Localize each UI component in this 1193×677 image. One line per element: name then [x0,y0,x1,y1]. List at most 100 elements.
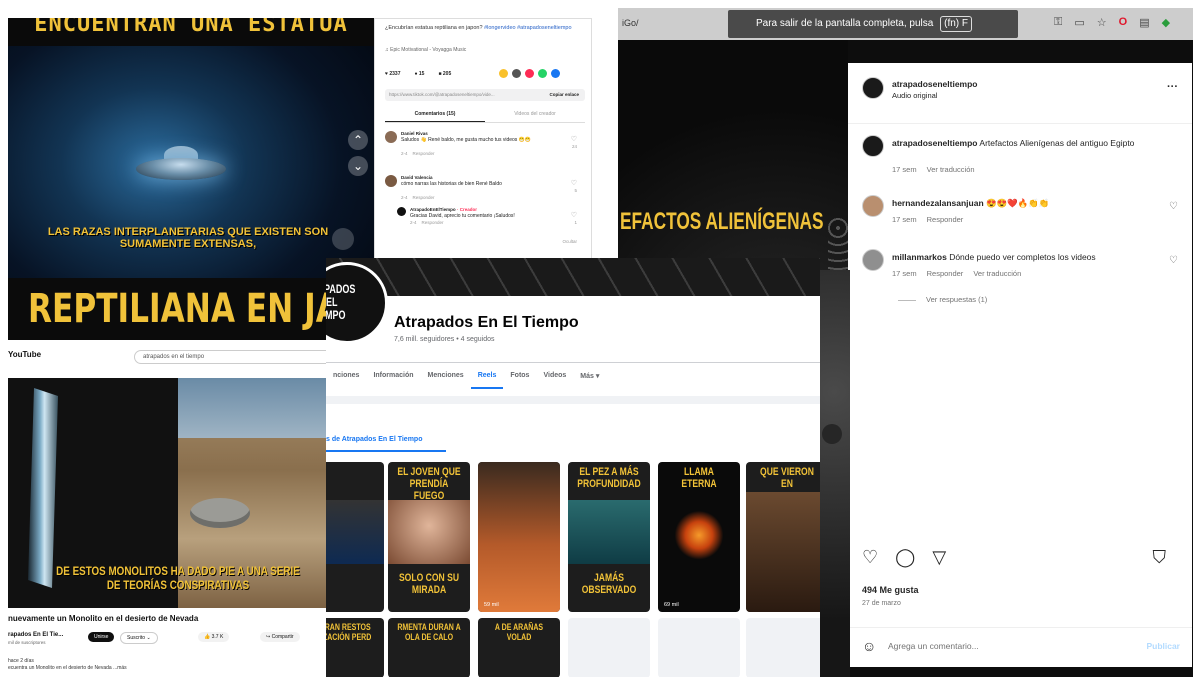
reel-subtitle: JAMÁS OBSERVADO [581,572,637,596]
heart-icon[interactable]: ♡ [571,179,577,187]
avatar[interactable] [862,135,884,157]
tab-reels[interactable]: Reels [470,372,504,389]
audio-label[interactable]: Audio original [892,91,937,100]
share-icon[interactable]: ▽ [932,547,946,567]
whatsapp-icon[interactable] [538,69,547,78]
extension-green-icon[interactable]: ◆ [1162,16,1170,29]
youtube-logo[interactable]: YouTube [8,350,41,359]
extension-icon[interactable]: ▤ [1139,16,1149,29]
next-video-button[interactable]: ⌄ [348,156,368,176]
comment-icon[interactable]: ◯ [895,547,915,567]
translate-link[interactable]: Ver traducción [973,269,1021,278]
copy-link-button[interactable]: Copiar enlace [549,89,579,101]
reel-card[interactable]: mil [326,462,384,612]
send-icon[interactable] [525,69,534,78]
heart-icon[interactable]: ♡ [1169,255,1178,266]
reel-card[interactable]: EL PEZ A MÁS PROFUNDIDAD JAMÁS OBSERVADO [568,462,650,612]
avatar[interactable] [385,131,397,143]
bookmark-star-icon[interactable]: ☆ [1097,16,1107,29]
translate-link[interactable]: Ver traducción [927,165,975,174]
comment-input[interactable]: Agrega un comentario... [888,641,979,651]
video-description[interactable]: hace 2 días ecuentra un Monolito en el d… [8,658,127,672]
avatar[interactable] [822,424,842,444]
reel-card[interactable]: LLAMA ETERNA 69 mil [658,462,740,612]
account-name[interactable]: atrapadoseneltiempo [892,79,978,89]
share-button[interactable]: ↪ Compartir [260,632,300,642]
comment-author[interactable]: Daniel Rivas [401,131,428,136]
tab-comments[interactable]: Comentarios (15) [385,111,485,122]
hide-replies-link[interactable]: Ocultar [562,239,577,244]
cover-photo[interactable] [326,258,820,296]
comment-meta: 2-4 Responder [401,195,435,200]
tab-more[interactable]: Más ▾ [573,372,606,389]
reel-card[interactable]: RMENTA DURAN A OLA DE CALO [388,618,470,677]
tab-mentions-partial[interactable]: nciones [326,372,366,389]
comment-count[interactable]: ● 15 [414,71,424,77]
video-link-field[interactable]: https://www.tiktok.com/@atrapadoseneltie… [385,89,585,101]
heart-icon[interactable]: ♡ [571,211,577,219]
heart-icon[interactable]: ♡ [571,135,577,143]
reel-card[interactable]: EL JOVEN QUE PRENDÍA FUEGO SOLO CON SU M… [388,462,470,612]
reply-button[interactable]: Responder [413,151,435,156]
avatar[interactable] [397,207,406,216]
tab-photos[interactable]: Fotos [503,372,536,389]
previous-video-button[interactable]: ⌃ [348,130,368,150]
cast-icon[interactable]: ▭ [1074,16,1084,29]
join-button[interactable]: Unirse [88,632,115,642]
avatar[interactable] [862,195,884,217]
comment-author[interactable]: David Valencia [401,175,433,180]
reel-views: 69 mil [664,602,679,608]
reel-thumbnail [746,492,820,612]
key-icon[interactable]: ⚿ [1054,16,1062,29]
save-icon[interactable]: ⛉ [1153,547,1167,568]
avatar[interactable] [385,175,397,187]
description-snippet: ecuentra un Monolito en el desierto de N… [8,665,127,671]
video-player[interactable]: DE ESTOS MONOLITOS HA DADO PIE A UNA SER… [8,378,330,608]
heart-icon[interactable]: ♡ [1169,201,1178,212]
tab-creator-videos[interactable]: Videos del creador [485,111,585,122]
video-caption: DE ESTOS MONOLITOS HA DADO PIE A UNA SER… [56,564,300,592]
emoji-icon[interactable]: ☺ [862,638,876,654]
reel-card[interactable]: NTRAN RESTOS ILIZACIÓN PERD [326,618,384,677]
tab-info[interactable]: Información [366,372,420,389]
reel-thumbnail [568,500,650,564]
comment-author[interactable]: AtrapadoEnElTiempo · Creador [410,207,477,212]
hashtags[interactable]: #longervideo #atrapadoseneltiempo [484,25,571,31]
reel-card[interactable]: QUE VIERON EN [746,462,820,612]
video-frame[interactable]: ENCUENTRAN UNA ESTATUA LAS RAZAS INTERPL… [8,18,374,340]
stone-image [190,498,250,528]
tab-mentions[interactable]: Menciones [421,372,471,389]
opera-icon[interactable]: O [1119,16,1128,29]
reels-section-title[interactable]: s de Atrapados En El Tiempo [326,436,422,443]
likes-count[interactable]: 494 Me gusta [862,585,919,595]
music-link[interactable]: ♫ Epic Motivational - Voyagga Music [385,47,466,53]
reply-button[interactable]: Responder [413,195,435,200]
like-icon[interactable]: ♡ [862,547,878,567]
save-count[interactable]: ■ 205 [438,71,451,77]
reel-placeholder [746,618,820,677]
reply-button[interactable]: Responder [422,220,444,225]
view-replies-link[interactable]: Ver respuestas (1) [898,295,987,304]
subscribe-button[interactable]: Suscrito ⌄ [120,632,158,644]
video-description: ¿Encubrían estatua reptiliana en japon? … [385,25,585,32]
mute-icon[interactable] [332,228,354,250]
channel-name[interactable]: rapados En El Tie... [8,632,63,638]
tab-videos[interactable]: Videos [536,372,573,389]
avatar[interactable] [862,249,884,271]
follower-count[interactable]: 7,6 mill. seguidores • 4 seguidos [394,336,495,343]
facebook-icon[interactable] [551,69,560,78]
embed-icon[interactable] [512,69,521,78]
url-fragment[interactable]: iGo/ [622,18,639,28]
reel-card[interactable]: 59 mil [478,462,560,612]
share-icon[interactable] [499,69,508,78]
comment-like-count: 1 [574,220,577,225]
post-button[interactable]: Publicar [1146,641,1180,651]
avatar[interactable] [862,77,884,99]
reel-card[interactable]: A DE ARAÑAS VOLAD [478,618,560,677]
reply-button[interactable]: Responder [927,269,964,278]
more-options-icon[interactable]: ··· [1167,81,1178,93]
like-button[interactable]: 👍 3.7 K [198,632,230,642]
reply-button[interactable]: Responder [927,215,964,224]
search-input[interactable]: atrapados en el tiempo [134,350,330,364]
like-count[interactable]: ♥ 2337 [385,71,400,77]
